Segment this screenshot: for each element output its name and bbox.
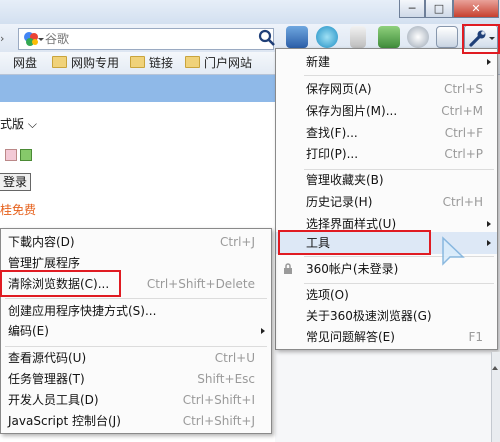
menu-item-save-image[interactable]: 保存为图片(M)... Ctrl+M bbox=[276, 100, 497, 122]
tools-submenu: 下載内容(D) Ctrl+J 管理扩展程序 清除浏览数据(C)... Ctrl+Sh… bbox=[0, 228, 272, 434]
lock-icon bbox=[284, 263, 292, 274]
scroll-up-icon[interactable] bbox=[492, 366, 498, 370]
cursor-icon bbox=[442, 236, 465, 266]
engine-dropdown-icon[interactable] bbox=[38, 38, 44, 41]
pink-swatch[interactable] bbox=[5, 149, 17, 161]
search-icon[interactable] bbox=[258, 29, 276, 47]
close-window-button[interactable]: ✕ bbox=[453, 0, 499, 18]
menu-item-find[interactable]: 查找(F)... Ctrl+F bbox=[276, 122, 497, 144]
submenu-item-js-console[interactable]: JavaScript 控制台(J) Ctrl+Shift+J bbox=[1, 410, 271, 432]
tools-menu: 新建 保存网页(A) Ctrl+S 保存为图片(M)... Ctrl+M 查找(F)… bbox=[275, 48, 498, 350]
menu-item-bookmarks[interactable]: 管理收藏夹(B) bbox=[276, 169, 497, 191]
tools-menu-button[interactable] bbox=[464, 25, 498, 50]
image-icon[interactable] bbox=[436, 26, 458, 48]
submenu-arrow-icon bbox=[487, 59, 491, 65]
screenshot-icon[interactable] bbox=[286, 26, 308, 48]
globe-icon[interactable] bbox=[407, 26, 429, 48]
chat-icon[interactable] bbox=[316, 26, 338, 48]
submenu-arrow-icon bbox=[487, 240, 491, 246]
promo-link[interactable]: 桂免费 bbox=[0, 201, 36, 218]
submenu-item-task-manager[interactable]: 任务管理器(T) Shift+Esc bbox=[1, 368, 271, 390]
bookmark-portals[interactable]: 门户网站 bbox=[185, 55, 252, 71]
title-bar: ─ □ ✕ bbox=[0, 0, 500, 24]
search-box bbox=[18, 28, 274, 50]
green-swatch[interactable] bbox=[20, 149, 32, 161]
folder-icon bbox=[52, 56, 67, 68]
style-dropdown[interactable]: 式版 ⌵ bbox=[0, 115, 37, 132]
menu-item-about[interactable]: 关于360极速浏览器(G) bbox=[276, 305, 497, 327]
search-input[interactable] bbox=[45, 30, 245, 48]
menu-item-new[interactable]: 新建 bbox=[276, 51, 497, 73]
bookmark-netdisk[interactable]: 网盘 bbox=[0, 55, 37, 71]
submenu-item-view-source[interactable]: 查看源代码(U) Ctrl+U bbox=[1, 347, 271, 369]
nav-back-icon[interactable]: › bbox=[0, 32, 12, 46]
page-header-band bbox=[0, 75, 275, 102]
wrench-dropdown-icon bbox=[489, 37, 495, 40]
submenu-item-clear-data[interactable]: 清除浏览数据(C)... Ctrl+Shift+Delete bbox=[1, 273, 271, 295]
menu-item-save-page[interactable]: 保存网页(A) Ctrl+S bbox=[276, 78, 497, 100]
menu-item-faq[interactable]: 常见问题解答(E) F1 bbox=[276, 326, 497, 348]
submenu-item-app-shortcut[interactable]: 创建应用程序快捷方式(S)... bbox=[1, 300, 271, 322]
submenu-item-encoding[interactable]: 编码(E) bbox=[1, 320, 271, 342]
login-button[interactable]: 登录 bbox=[0, 173, 32, 191]
menu-item-print[interactable]: 打印(P)... Ctrl+P bbox=[276, 143, 497, 165]
submenu-arrow-icon bbox=[261, 328, 265, 334]
cup-icon[interactable] bbox=[350, 26, 366, 48]
folder-icon bbox=[185, 56, 200, 68]
submenu-item-extensions[interactable]: 管理扩展程序 bbox=[1, 252, 271, 274]
bookmark-shopping[interactable]: 网购专用 bbox=[52, 55, 119, 71]
news-icon[interactable] bbox=[378, 26, 400, 48]
submenu-item-dev-tools[interactable]: 开发人员工具(D) Ctrl+Shift+I bbox=[1, 389, 271, 411]
bookmark-links[interactable]: 链接 bbox=[130, 55, 173, 71]
maximize-button[interactable]: □ bbox=[425, 0, 453, 18]
menu-item-options[interactable]: 选项(O) bbox=[276, 284, 497, 306]
menu-item-history[interactable]: 历史记录(H) Ctrl+H bbox=[276, 191, 497, 213]
submenu-arrow-icon bbox=[487, 221, 491, 227]
google-icon[interactable] bbox=[23, 31, 39, 47]
minimize-button[interactable]: ─ bbox=[399, 0, 425, 18]
folder-icon bbox=[130, 56, 145, 68]
submenu-item-downloads[interactable]: 下載内容(D) Ctrl+J bbox=[1, 231, 271, 253]
